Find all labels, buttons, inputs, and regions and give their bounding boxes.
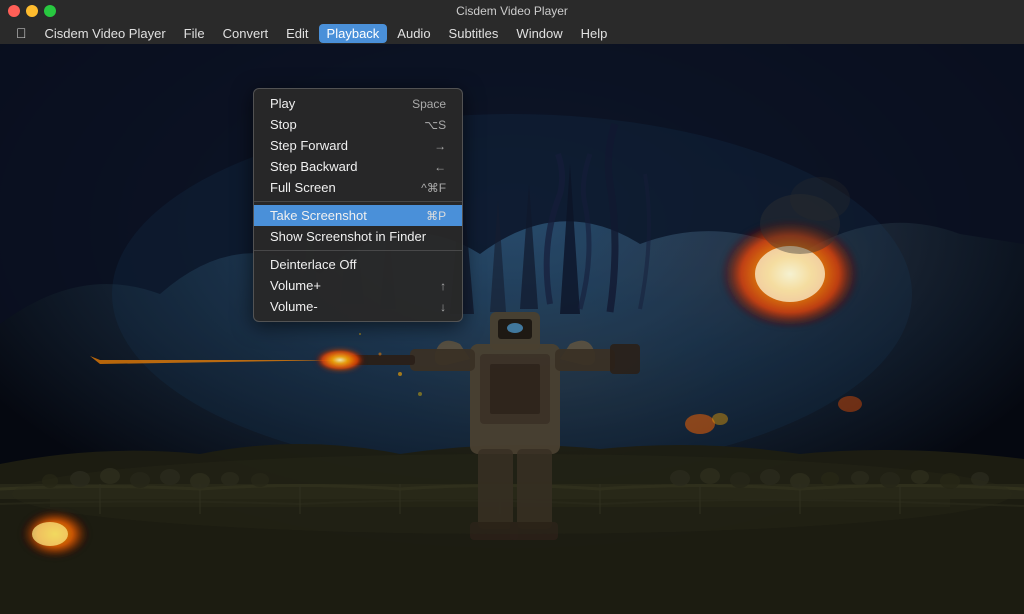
play-shortcut: Space: [412, 97, 446, 111]
volume-down-shortcut: ↓: [440, 300, 446, 314]
apple-menu[interactable]: : [8, 23, 35, 43]
show-screenshot-label: Show Screenshot in Finder: [270, 229, 426, 244]
menu-separator-2: [254, 250, 462, 251]
titlebar: Cisdem Video Player: [0, 0, 1024, 22]
volume-up-shortcut: ↑: [440, 279, 446, 293]
playback-dropdown-menu: Play Space Stop ⌥S Step Forward → Step B…: [253, 88, 463, 322]
step-backward-label: Step Backward: [270, 159, 357, 174]
menu-item-stop[interactable]: Stop ⌥S: [254, 114, 462, 135]
full-screen-shortcut: ^⌘F: [421, 181, 446, 195]
window-title: Cisdem Video Player: [456, 4, 568, 18]
menu-item-step-forward[interactable]: Step Forward →: [254, 135, 462, 156]
menubar:  Cisdem Video Player File Convert Edit …: [0, 22, 1024, 44]
maximize-button[interactable]: [44, 5, 56, 17]
take-screenshot-shortcut: ⌘P: [426, 209, 446, 223]
menu-item-volume-up[interactable]: Volume+ ↑: [254, 275, 462, 296]
menu-item-step-backward[interactable]: Step Backward ←: [254, 156, 462, 177]
menu-file[interactable]: File: [176, 24, 213, 43]
play-label: Play: [270, 96, 295, 111]
deinterlace-label: Deinterlace Off: [270, 257, 356, 272]
menu-subtitles[interactable]: Subtitles: [441, 24, 507, 43]
menu-item-play[interactable]: Play Space: [254, 93, 462, 114]
volume-up-label: Volume+: [270, 278, 321, 293]
menu-audio[interactable]: Audio: [389, 24, 438, 43]
stop-shortcut: ⌥S: [424, 118, 446, 132]
close-button[interactable]: [8, 5, 20, 17]
menu-playback[interactable]: Playback: [319, 24, 388, 43]
minimize-button[interactable]: [26, 5, 38, 17]
menu-item-volume-down[interactable]: Volume- ↓: [254, 296, 462, 317]
menu-convert[interactable]: Convert: [215, 24, 277, 43]
menu-app[interactable]: Cisdem Video Player: [37, 24, 174, 43]
step-forward-shortcut: →: [434, 139, 446, 153]
stop-label: Stop: [270, 117, 297, 132]
menu-item-take-screenshot[interactable]: Take Screenshot ⌘P: [254, 205, 462, 226]
full-screen-label: Full Screen: [270, 180, 336, 195]
menu-window[interactable]: Window: [508, 24, 570, 43]
step-backward-shortcut: ←: [434, 160, 446, 174]
scene-overlay: [0, 44, 1024, 614]
menu-item-full-screen[interactable]: Full Screen ^⌘F: [254, 177, 462, 198]
traffic-lights: [0, 5, 56, 17]
step-forward-label: Step Forward: [270, 138, 348, 153]
volume-down-label: Volume-: [270, 299, 318, 314]
video-area: Play Space Stop ⌥S Step Forward → Step B…: [0, 44, 1024, 614]
take-screenshot-label: Take Screenshot: [270, 208, 367, 223]
menu-edit[interactable]: Edit: [278, 24, 316, 43]
menu-item-deinterlace[interactable]: Deinterlace Off: [254, 254, 462, 275]
menu-item-show-screenshot[interactable]: Show Screenshot in Finder: [254, 226, 462, 247]
menu-separator-1: [254, 201, 462, 202]
menu-help[interactable]: Help: [573, 24, 616, 43]
